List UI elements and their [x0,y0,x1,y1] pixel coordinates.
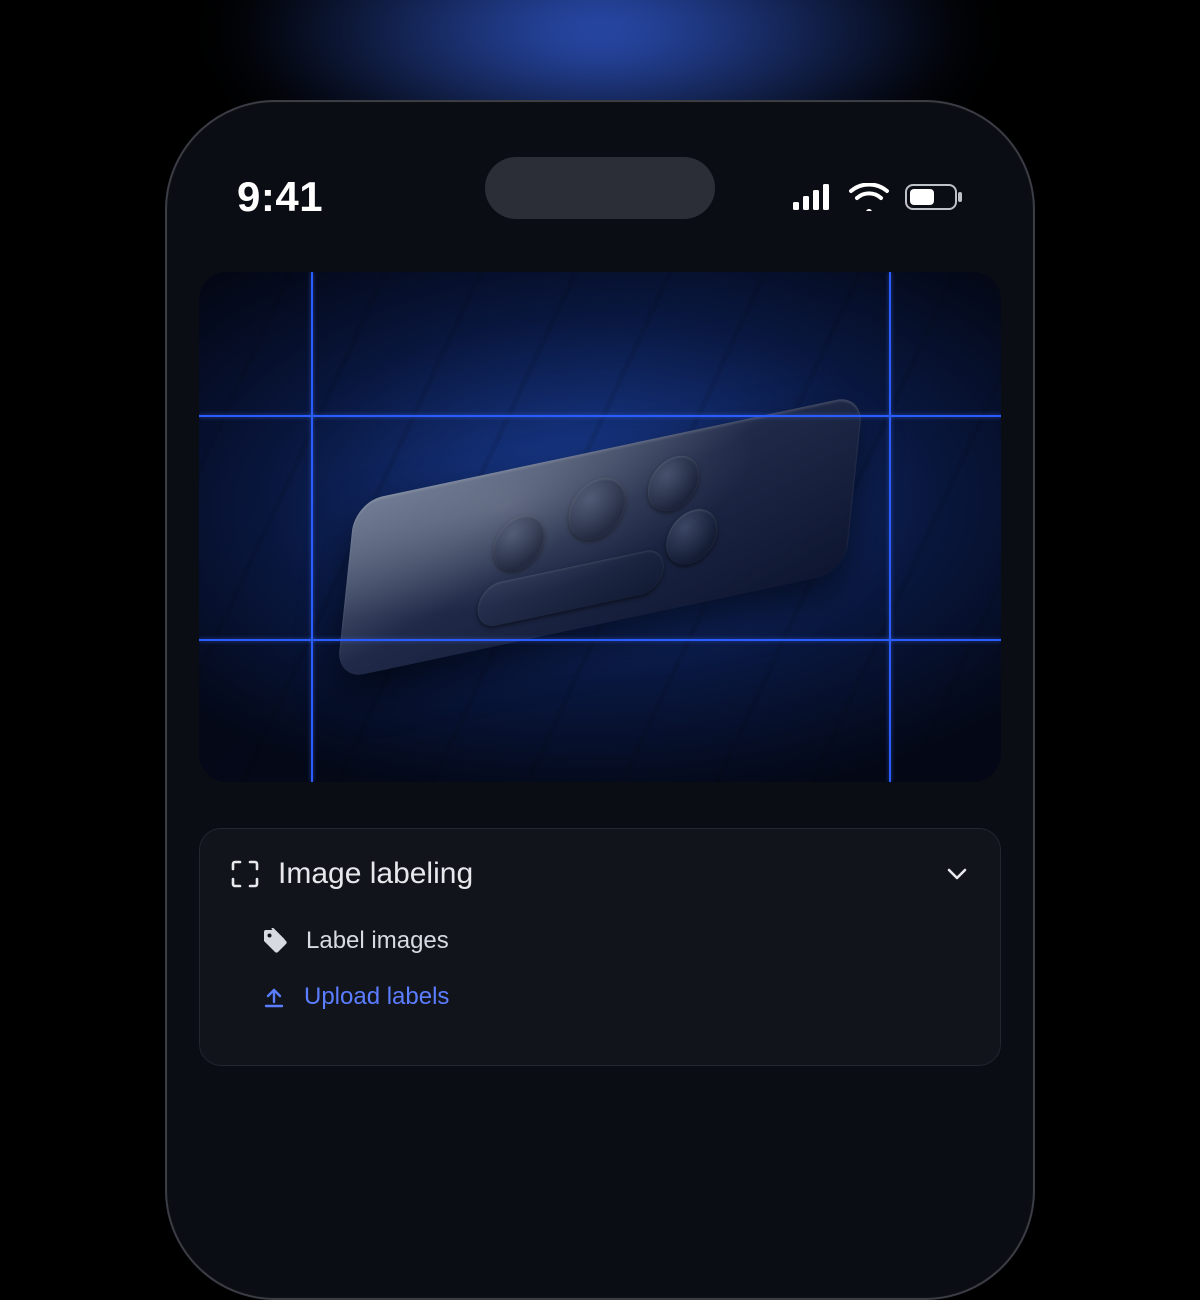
status-indicators [793,183,963,211]
battery-icon [905,184,963,210]
image-labeling-panel: Image labeling Label images [199,828,1001,1066]
phone-frame: 9:41 [165,100,1035,1300]
menu-item-label: Label images [306,927,449,955]
menu-item-label: Upload labels [304,983,449,1011]
tag-icon [262,928,288,954]
upload-icon [262,985,286,1009]
panel-header[interactable]: Image labeling [226,851,974,913]
status-time: 9:41 [237,173,323,221]
menu-item-upload-labels[interactable]: Upload labels [226,969,974,1025]
cellular-signal-icon [793,184,833,210]
chevron-down-icon[interactable] [944,861,970,887]
panel-title: Image labeling [278,857,926,891]
menu-item-label-images[interactable]: Label images [226,913,974,969]
wifi-icon [849,183,889,211]
focus-frame-icon [230,859,260,889]
dynamic-island [485,157,715,219]
camera-viewfinder[interactable] [199,272,1001,782]
